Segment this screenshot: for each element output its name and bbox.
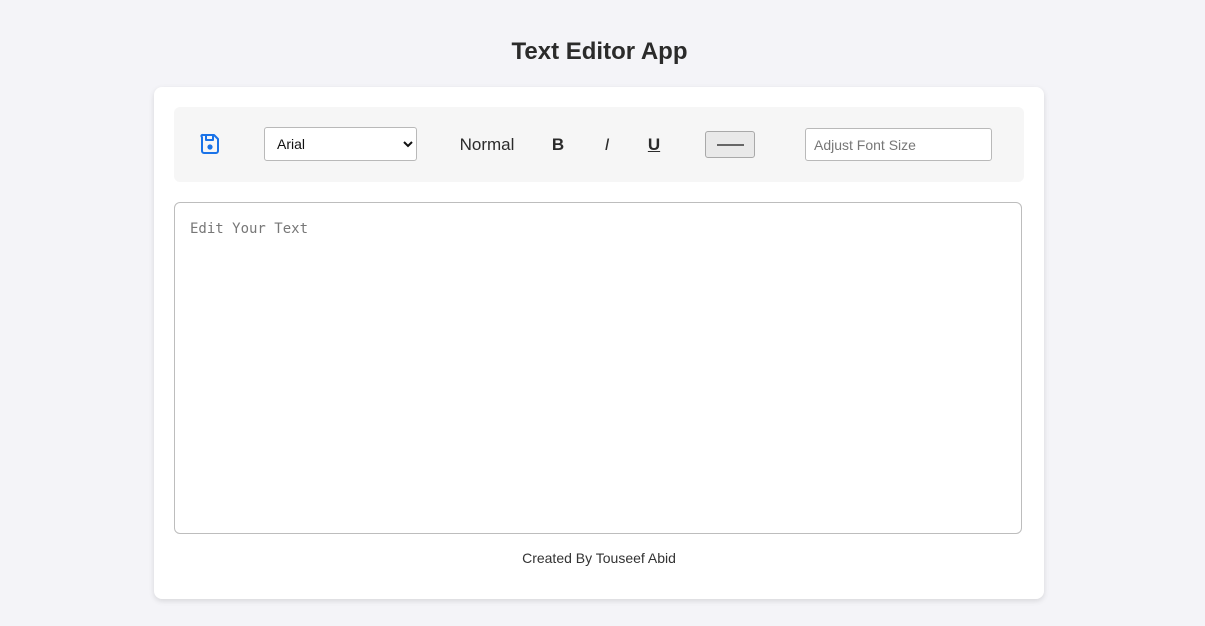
editor-card: Arial Normal B I U Created By Touseef Ab… [154,87,1044,599]
italic-button[interactable]: I [594,133,620,157]
footer-credit: Created By Touseef Abid [522,550,676,566]
color-swatch [717,144,744,146]
page-title: Text Editor App [511,38,688,65]
font-size-input[interactable] [805,128,992,161]
text-color-picker[interactable] [705,131,755,158]
font-family-select[interactable]: Arial [264,127,417,161]
floppy-disk-icon [200,133,219,154]
bold-button[interactable]: B [545,133,571,157]
underline-button[interactable]: U [641,133,667,157]
toolbar: Arial Normal B I U [174,107,1024,182]
save-button[interactable] [198,132,222,156]
normal-style-button[interactable]: Normal [456,133,518,157]
editor-textarea[interactable] [174,202,1022,534]
